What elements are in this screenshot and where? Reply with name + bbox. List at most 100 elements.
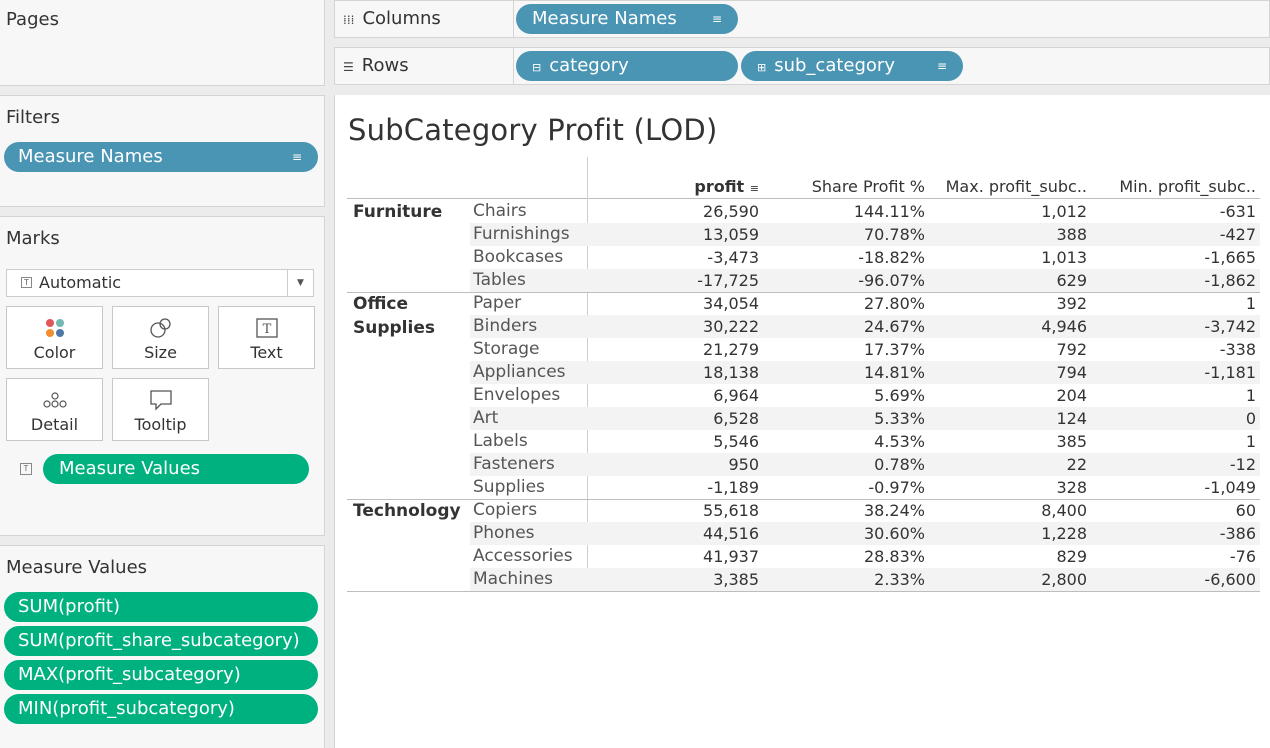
cell-share[interactable]: 14.81% <box>864 361 925 384</box>
cell-max[interactable]: 829 <box>1056 545 1087 568</box>
table-row[interactable]: Binders 30,222 24.67% 4,946 -3,742 <box>347 315 1260 338</box>
table-row[interactable]: Furnishings 13,059 70.78% 388 -427 <box>347 223 1260 246</box>
cell-min[interactable]: -631 <box>1220 200 1256 223</box>
cell-share[interactable]: 27.80% <box>864 292 925 315</box>
cell-profit[interactable]: 3,385 <box>713 568 759 591</box>
subcategory-label[interactable]: Phones <box>473 522 535 545</box>
header-share-profit[interactable]: Share Profit % <box>812 177 925 196</box>
cell-min[interactable]: 1 <box>1246 430 1256 453</box>
table-row[interactable]: Machines 3,385 2.33% 2,800 -6,600 <box>347 568 1260 591</box>
cell-profit[interactable]: 6,964 <box>713 384 759 407</box>
cell-profit[interactable]: 950 <box>728 453 759 476</box>
subcategory-label[interactable]: Paper <box>473 292 521 315</box>
cell-max[interactable]: 22 <box>1067 453 1087 476</box>
table-row[interactable]: Supplies -1,189 -0.97% 328 -1,049 <box>347 476 1260 499</box>
cell-max[interactable]: 794 <box>1056 361 1087 384</box>
cell-profit[interactable]: -3,473 <box>707 246 759 269</box>
cell-profit[interactable]: 21,279 <box>703 338 759 361</box>
cell-min[interactable]: -76 <box>1230 545 1256 568</box>
rows-pill-category[interactable]: ⊟ category <box>516 51 738 81</box>
cell-share[interactable]: 30.60% <box>864 522 925 545</box>
table-row[interactable]: Tables -17,725 -96.07% 629 -1,862 <box>347 269 1260 292</box>
subcategory-label[interactable]: Copiers <box>473 499 537 522</box>
subcategory-label[interactable]: Appliances <box>473 361 566 384</box>
cell-share[interactable]: 70.78% <box>864 223 925 246</box>
cell-min[interactable]: -12 <box>1230 453 1256 476</box>
cell-max[interactable]: 1,228 <box>1041 522 1087 545</box>
cell-profit[interactable]: 30,222 <box>703 315 759 338</box>
cell-profit[interactable]: 26,590 <box>703 200 759 223</box>
measure-pill-min-profit-subcategory[interactable]: MIN(profit_subcategory) <box>4 694 318 724</box>
cell-min[interactable]: 1 <box>1246 384 1256 407</box>
subcategory-label[interactable]: Storage <box>473 338 540 361</box>
cell-min[interactable]: -1,862 <box>1204 269 1256 292</box>
cell-max[interactable]: 8,400 <box>1041 499 1087 522</box>
cell-min[interactable]: -6,600 <box>1204 568 1256 591</box>
cell-share[interactable]: -96.07% <box>858 269 925 292</box>
header-profit[interactable]: profit ≡ <box>694 177 759 196</box>
subcategory-label[interactable]: Accessories <box>473 545 573 568</box>
expand-icon[interactable]: ⊞ <box>757 61 766 74</box>
cell-profit[interactable]: 34,054 <box>703 292 759 315</box>
cell-max[interactable]: 392 <box>1056 292 1087 315</box>
cell-share[interactable]: 17.37% <box>864 338 925 361</box>
cell-min[interactable]: -386 <box>1220 522 1256 545</box>
cell-min[interactable]: -1,049 <box>1204 476 1256 499</box>
cell-profit[interactable]: 55,618 <box>703 499 759 522</box>
cell-max[interactable]: 792 <box>1056 338 1087 361</box>
subcategory-label[interactable]: Fasteners <box>473 453 555 476</box>
cell-share[interactable]: 38.24% <box>864 499 925 522</box>
collapse-icon[interactable]: ⊟ <box>532 61 541 74</box>
filter-pill-measure-names[interactable]: Measure Names ≡ <box>4 142 318 172</box>
measure-pill-max-profit-subcategory[interactable]: MAX(profit_subcategory) <box>4 660 318 690</box>
table-row[interactable]: Appliances 18,138 14.81% 794 -1,181 <box>347 361 1260 384</box>
rows-shelf[interactable]: ☰ Rows ⊟ category ⊞ sub_category ≡ <box>334 47 1270 85</box>
table-row[interactable]: Chairs 26,590 144.11% 1,012 -631 <box>347 200 1260 223</box>
marks-pill-measure-values[interactable]: Measure Values <box>43 454 309 484</box>
text-encoding-icon[interactable]: T <box>20 463 32 475</box>
mark-type-dropdown[interactable]: T Automatic ▼ <box>6 269 314 297</box>
cell-min[interactable]: -1,181 <box>1204 361 1256 384</box>
cell-share[interactable]: 24.67% <box>864 315 925 338</box>
table-row[interactable]: Bookcases -3,473 -18.82% 1,013 -1,665 <box>347 246 1260 269</box>
cell-min[interactable]: -3,742 <box>1204 315 1256 338</box>
cell-max[interactable]: 2,800 <box>1041 568 1087 591</box>
detail-button[interactable]: Detail <box>6 378 103 441</box>
subcategory-label[interactable]: Envelopes <box>473 384 560 407</box>
sort-icon[interactable]: ≡ <box>750 182 759 195</box>
cell-profit[interactable]: 18,138 <box>703 361 759 384</box>
table-row[interactable]: Envelopes 6,964 5.69% 204 1 <box>347 384 1260 407</box>
chevron-down-icon[interactable]: ▼ <box>287 270 313 296</box>
cell-share[interactable]: 2.33% <box>874 568 925 591</box>
cell-max[interactable]: 4,946 <box>1041 315 1087 338</box>
subcategory-label[interactable]: Labels <box>473 430 528 453</box>
cell-min[interactable]: 60 <box>1236 499 1256 522</box>
table-row[interactable]: Copiers 55,618 38.24% 8,400 60 <box>347 499 1260 522</box>
rows-pill-sub-category[interactable]: ⊞ sub_category ≡ <box>741 51 963 81</box>
cell-min[interactable]: -1,665 <box>1204 246 1256 269</box>
cell-profit[interactable]: 44,516 <box>703 522 759 545</box>
cell-share[interactable]: 5.69% <box>874 384 925 407</box>
cell-profit[interactable]: 13,059 <box>703 223 759 246</box>
size-button[interactable]: Size <box>112 306 209 369</box>
cell-max[interactable]: 328 <box>1056 476 1087 499</box>
table-row[interactable]: Phones 44,516 30.60% 1,228 -386 <box>347 522 1260 545</box>
cell-profit[interactable]: -1,189 <box>707 476 759 499</box>
cell-min[interactable]: -427 <box>1220 223 1256 246</box>
subcategory-label[interactable]: Binders <box>473 315 537 338</box>
subcategory-label[interactable]: Chairs <box>473 200 527 223</box>
columns-shelf[interactable]: ⁞⁞⁞ Columns Measure Names ≡ <box>334 0 1270 38</box>
table-row[interactable]: Labels 5,546 4.53% 385 1 <box>347 430 1260 453</box>
cell-max[interactable]: 204 <box>1056 384 1087 407</box>
measure-pill-sum-profit-share[interactable]: SUM(profit_share_subcategory) <box>4 626 318 656</box>
cell-share[interactable]: -0.97% <box>868 476 925 499</box>
cell-max[interactable]: 1,012 <box>1041 200 1087 223</box>
tooltip-button[interactable]: Tooltip <box>112 378 209 441</box>
subcategory-label[interactable]: Tables <box>473 269 526 292</box>
cell-max[interactable]: 124 <box>1056 407 1087 430</box>
cell-min[interactable]: 0 <box>1246 407 1256 430</box>
cell-share[interactable]: 0.78% <box>874 453 925 476</box>
cell-share[interactable]: 5.33% <box>874 407 925 430</box>
subcategory-label[interactable]: Machines <box>473 568 553 591</box>
subcategory-label[interactable]: Furnishings <box>473 223 570 246</box>
